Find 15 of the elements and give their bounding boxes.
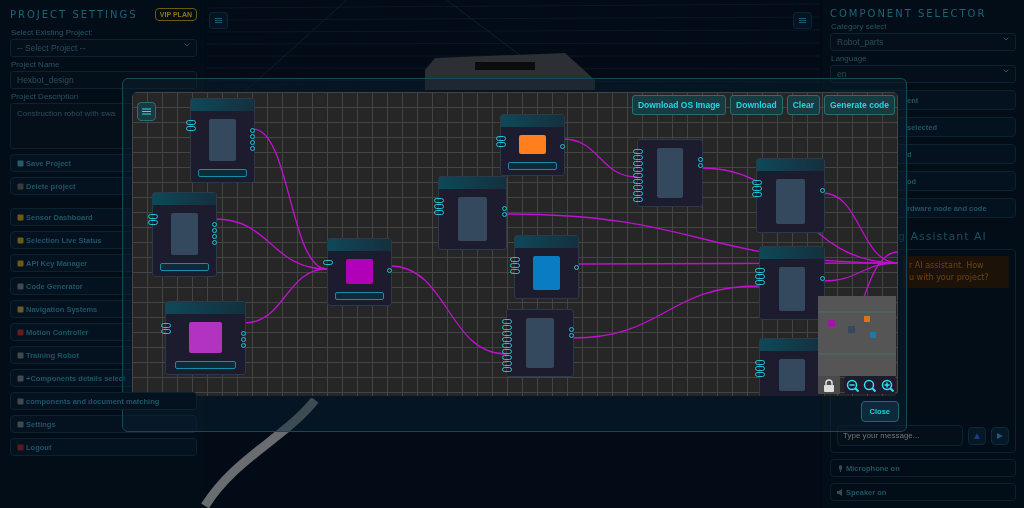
toolbar-button[interactable]: Clear (786, 95, 820, 115)
field-label: Category select (831, 22, 888, 31)
field-label: Language (831, 54, 868, 63)
message-field[interactable]: Type your message... (837, 425, 963, 446)
toolbar-button[interactable]: Generate code (823, 95, 895, 115)
category-select[interactable]: Robot_parts (830, 33, 1016, 51)
panel-title: PROJECT SETTINGS (10, 9, 138, 20)
toolbar-button[interactable]: Download OS Image (631, 95, 727, 115)
field-label: Project Name (11, 60, 61, 69)
field-label: Project Description (11, 92, 80, 101)
toolbar-button[interactable]: Download (730, 95, 783, 115)
chat-message: r AI assistant. How u with your project? (903, 256, 1009, 288)
field-label: Select Existing Project: (11, 28, 94, 37)
panel-title: COMPONENT SELECTOR (830, 8, 988, 19)
name-field[interactable]: Hexbot_design (10, 71, 197, 89)
